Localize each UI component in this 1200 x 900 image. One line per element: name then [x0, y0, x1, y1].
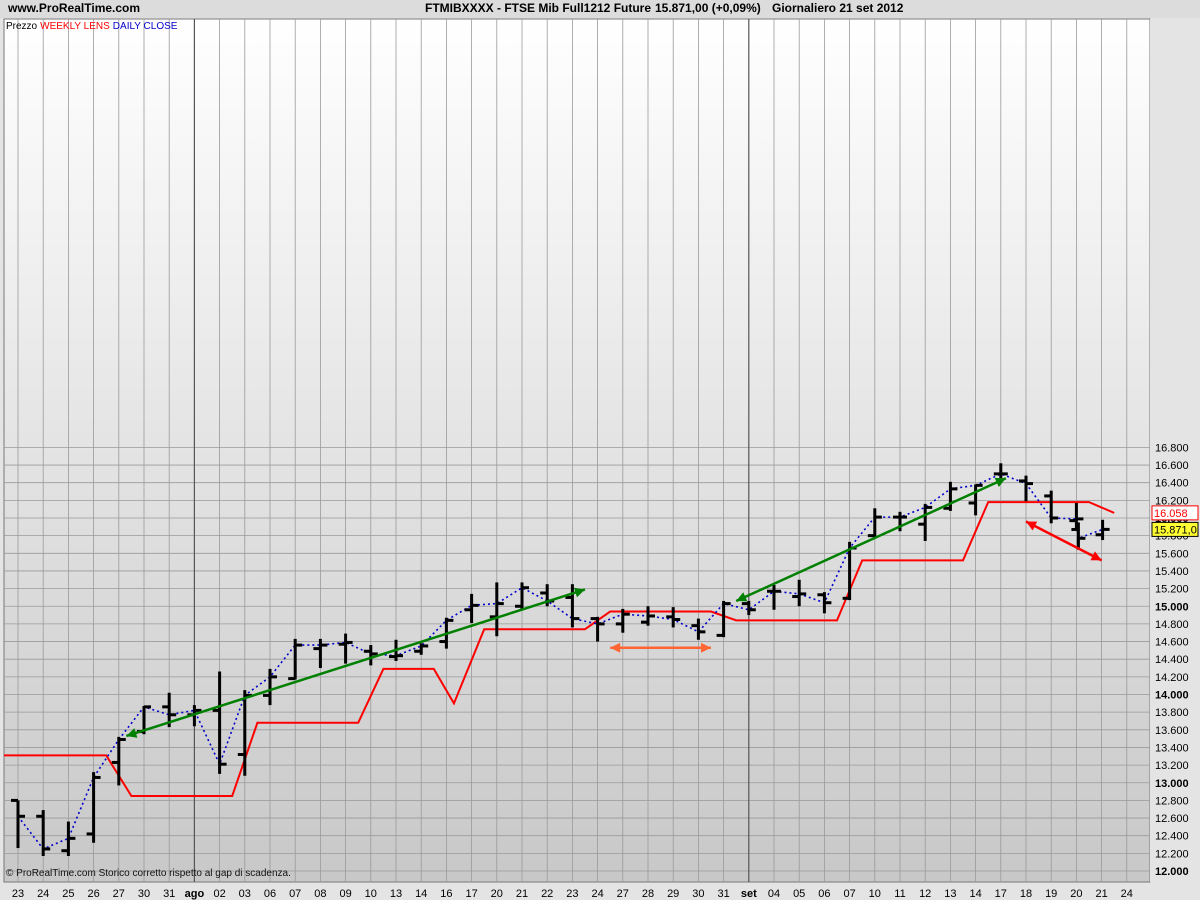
x-tick-label: 21: [516, 888, 528, 900]
y-tick-label: 13.200: [1155, 760, 1189, 772]
x-tick-label: 18: [1020, 888, 1032, 900]
y-tick-label: 15.200: [1155, 584, 1189, 596]
legend-price-label: Prezzo: [6, 21, 38, 32]
x-tick-label: 14: [969, 888, 981, 900]
x-tick-label: 17: [465, 888, 477, 900]
y-tick-label: 13.600: [1155, 725, 1189, 737]
y-tick-label: 14.800: [1155, 619, 1189, 631]
y-tick-label: 12.800: [1155, 795, 1189, 807]
y-tick-label: 12.600: [1155, 813, 1189, 825]
x-axis: 23 24 25 26 27 30 31 ago 02 03 06 07 08 09 10 13 14 16 17 2…: [12, 888, 1133, 900]
x-tick-label: 28: [642, 888, 654, 900]
x-tick-label: 20: [1070, 888, 1082, 900]
x-tick-label: 23: [566, 888, 578, 900]
y-tick-label: 14.400: [1155, 654, 1189, 666]
x-tick-label: 17: [995, 888, 1007, 900]
x-tick-label: 06: [818, 888, 830, 900]
x-tick-label: 31: [163, 888, 175, 900]
x-tick-label: 26: [87, 888, 99, 900]
x-tick-label: set: [741, 888, 757, 900]
x-tick-label: 24: [591, 888, 603, 900]
x-tick-label: 07: [843, 888, 855, 900]
legend-daily-close: DAILY CLOSE: [112, 21, 178, 32]
x-tick-label: 27: [617, 888, 629, 900]
y-tick-label: 15.600: [1155, 548, 1189, 560]
x-tick-label: 08: [314, 888, 326, 900]
y-tick-label: 12.400: [1155, 831, 1189, 843]
x-tick-label: 16: [440, 888, 452, 900]
y-tick-label: 16.400: [1155, 478, 1189, 490]
x-tick-label: 10: [869, 888, 881, 900]
y-tick-label: 12.200: [1155, 848, 1189, 860]
x-tick-label: 31: [717, 888, 729, 900]
legend: Prezzo WEEKLY LENS DAILY CLOSE: [6, 21, 180, 32]
x-tick-label: 07: [289, 888, 301, 900]
x-tick-label: 02: [213, 888, 225, 900]
x-tick-label: ago: [185, 888, 205, 900]
x-tick-label: 27: [113, 888, 125, 900]
x-tick-label: 30: [692, 888, 704, 900]
x-tick-label: 13: [944, 888, 956, 900]
x-tick-label: 03: [239, 888, 251, 900]
x-tick-label: 20: [491, 888, 503, 900]
y-tick-label: 15.000: [1155, 601, 1189, 613]
y-tick-label: 16.800: [1155, 442, 1189, 454]
y-tick-label: 14.000: [1155, 690, 1189, 702]
x-tick-label: 13: [390, 888, 402, 900]
legend-weekly-lens: WEEKLY LENS: [40, 21, 110, 32]
plot-area: [3, 18, 1151, 883]
x-tick-label: 06: [264, 888, 276, 900]
x-tick-label: 24: [37, 888, 49, 900]
x-tick-label: 30: [138, 888, 150, 900]
x-tick-label: 23: [12, 888, 24, 900]
x-tick-label: 05: [793, 888, 805, 900]
last-close-price-tag: 15.871,0: [1154, 524, 1197, 536]
footer-note: © ProRealTime.com Storico corretto rispe…: [6, 868, 291, 879]
y-tick-label: 14.600: [1155, 637, 1189, 649]
y-tick-label: 13.400: [1155, 742, 1189, 754]
x-tick-label: 10: [365, 888, 377, 900]
x-tick-label: 04: [768, 888, 780, 900]
y-tick-label: 13.000: [1155, 778, 1189, 790]
x-tick-label: 19: [1045, 888, 1057, 900]
x-tick-label: 21: [1095, 888, 1107, 900]
y-tick-label: 14.200: [1155, 672, 1189, 684]
y-tick-label: 13.800: [1155, 707, 1189, 719]
x-tick-label: 14: [415, 888, 427, 900]
y-tick-label: 15.400: [1155, 566, 1189, 578]
x-tick-label: 12: [919, 888, 931, 900]
weekly-lens-price-tag: 16.058: [1154, 508, 1188, 520]
chart-window: www.ProRealTime.com FTMIBXXXX - FTSE Mib…: [0, 0, 1200, 900]
y-tick-label: 12.000: [1155, 866, 1189, 878]
y-tick-label: 16.600: [1155, 460, 1189, 472]
price-chart[interactable]: 12.000 12.200 12.400 12.600 12.800 13.000 13.2…: [0, 0, 1200, 900]
x-tick-label: 29: [667, 888, 679, 900]
x-tick-label: 11: [894, 888, 905, 900]
x-tick-label: 24: [1121, 888, 1133, 900]
x-tick-label: 25: [62, 888, 74, 900]
x-tick-label: 22: [541, 888, 553, 900]
x-tick-label: 09: [339, 888, 351, 900]
